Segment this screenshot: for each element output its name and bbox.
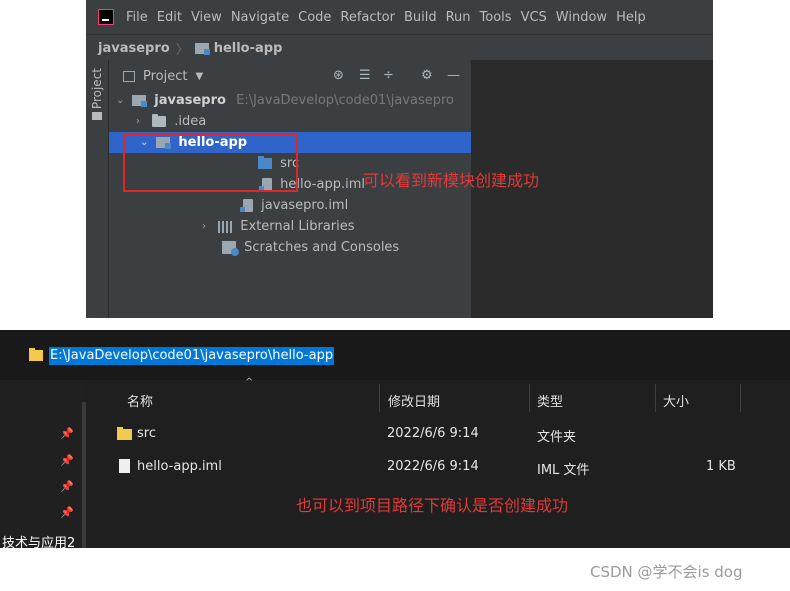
pin-icon[interactable]: 📌 (60, 427, 74, 440)
project-view-icon (123, 70, 135, 82)
project-side-tab[interactable]: Project (90, 68, 104, 109)
menu-edit[interactable]: Edit (157, 10, 182, 25)
breadcrumb-project[interactable]: javasepro (98, 41, 170, 56)
column-header-type[interactable]: 类型 (537, 391, 563, 410)
chevron-down-icon[interactable]: ▼ (195, 71, 203, 82)
tree-item-label: .idea (174, 114, 207, 129)
column-divider[interactable] (655, 384, 656, 412)
navigation-pane: 📌 📌 📌 📌 技术与应用2 (0, 380, 86, 548)
file-row-date: 2022/6/6 9:14 (387, 459, 479, 474)
folder-icon (29, 348, 43, 361)
tree-root[interactable]: ⌄ javasepro E:\JavaDevelop\code01\javase… (116, 90, 454, 111)
tree-item-idea[interactable]: › .idea (136, 111, 206, 132)
address-path[interactable]: E:\JavaDevelop\code01\javasepro\hello-ap… (49, 347, 335, 365)
tree-root-path: E:\JavaDevelop\code01\javasepro (236, 93, 454, 108)
annotation-verify-path: 也可以到项目路径下确认是否创建成功 (296, 496, 569, 515)
menu-help[interactable]: Help (616, 10, 646, 25)
menu-tools[interactable]: Tools (480, 10, 512, 25)
pin-icon[interactable]: 📌 (60, 506, 74, 519)
chevron-down-icon[interactable]: ⌄ (116, 90, 128, 111)
folder-icon (117, 427, 132, 440)
menu-bar: File Edit View Navigate Code Refactor Bu… (86, 0, 713, 34)
hide-panel-icon[interactable]: — (447, 68, 460, 83)
intellij-logo-icon (98, 9, 114, 25)
tree-item-label: Scratches and Consoles (244, 240, 400, 255)
file-row-type: 文件夹 (537, 430, 577, 445)
project-panel-header: Project ▼ (109, 60, 471, 92)
highlight-box (123, 133, 298, 192)
chevron-right-icon[interactable]: › (202, 216, 214, 237)
tree-item-label: javasepro.iml (261, 198, 349, 213)
nav-item-label[interactable]: 技术与应用2 (2, 532, 75, 548)
column-header-date[interactable]: 修改日期 (388, 391, 440, 410)
file-row-name[interactable]: src (137, 426, 156, 441)
iml-file-icon (240, 199, 253, 212)
tree-item-external-libraries[interactable]: › External Libraries (202, 216, 355, 237)
library-icon (218, 220, 233, 233)
file-row-name[interactable]: hello-app.iml (137, 459, 222, 474)
project-view-selector[interactable]: Project (143, 69, 187, 84)
gear-icon[interactable]: ⚙ (421, 68, 433, 83)
folder-icon (152, 114, 167, 127)
pin-icon[interactable]: 📌 (60, 480, 74, 493)
chevron-right-icon[interactable]: › (136, 111, 148, 132)
menu-build[interactable]: Build (404, 10, 437, 25)
file-icon (119, 459, 130, 473)
folder-tab-icon (92, 112, 102, 120)
column-divider[interactable] (740, 384, 741, 412)
menu-code[interactable]: Code (298, 10, 331, 25)
breadcrumb-module[interactable]: hello-app (214, 41, 283, 56)
pin-icon[interactable]: 📌 (60, 454, 74, 467)
scratches-icon (222, 241, 239, 256)
tree-item-javasepro-iml[interactable]: javasepro.iml (240, 195, 349, 216)
file-row-type: IML 文件 (537, 463, 590, 478)
tree-item-label: External Libraries (240, 219, 355, 234)
tree-root-name: javasepro (154, 93, 226, 108)
breadcrumb-separator: 〉 (175, 42, 189, 58)
menu-vcs[interactable]: VCS (521, 10, 547, 25)
menu-refactor[interactable]: Refactor (340, 10, 395, 25)
menu-run[interactable]: Run (446, 10, 471, 25)
locate-target-icon[interactable]: ⊛ (333, 68, 344, 83)
nav-scrollbar[interactable] (82, 402, 86, 548)
file-row-date: 2022/6/6 9:14 (387, 426, 479, 441)
address-bar[interactable]: E:\JavaDevelop\code01\javasepro\hello-ap… (0, 330, 790, 380)
expand-all-icon[interactable]: ☰ (359, 68, 371, 83)
column-divider[interactable] (379, 384, 380, 412)
tree-item-scratches[interactable]: Scratches and Consoles (222, 237, 399, 258)
breadcrumb: javasepro 〉 hello-app (86, 34, 713, 62)
column-header-size[interactable]: 大小 (663, 391, 689, 410)
annotation-module-created: 可以看到新模块创建成功 (363, 171, 540, 190)
collapse-all-icon[interactable]: ÷ (383, 68, 394, 83)
sort-ascending-icon: ^ (245, 377, 254, 388)
column-divider[interactable] (529, 384, 530, 412)
column-header-name[interactable]: 名称 (127, 391, 153, 410)
menu-view[interactable]: View (191, 10, 222, 25)
watermark: CSDN @学不会is dog (590, 563, 743, 581)
menu-window[interactable]: Window (556, 10, 607, 25)
menu-navigate[interactable]: Navigate (231, 10, 289, 25)
file-row-size: 1 KB (706, 459, 736, 474)
module-icon (194, 42, 210, 55)
module-icon (132, 95, 148, 107)
file-explorer-window: E:\JavaDevelop\code01\javasepro\hello-ap… (0, 330, 790, 548)
menu-file[interactable]: File (126, 10, 148, 25)
